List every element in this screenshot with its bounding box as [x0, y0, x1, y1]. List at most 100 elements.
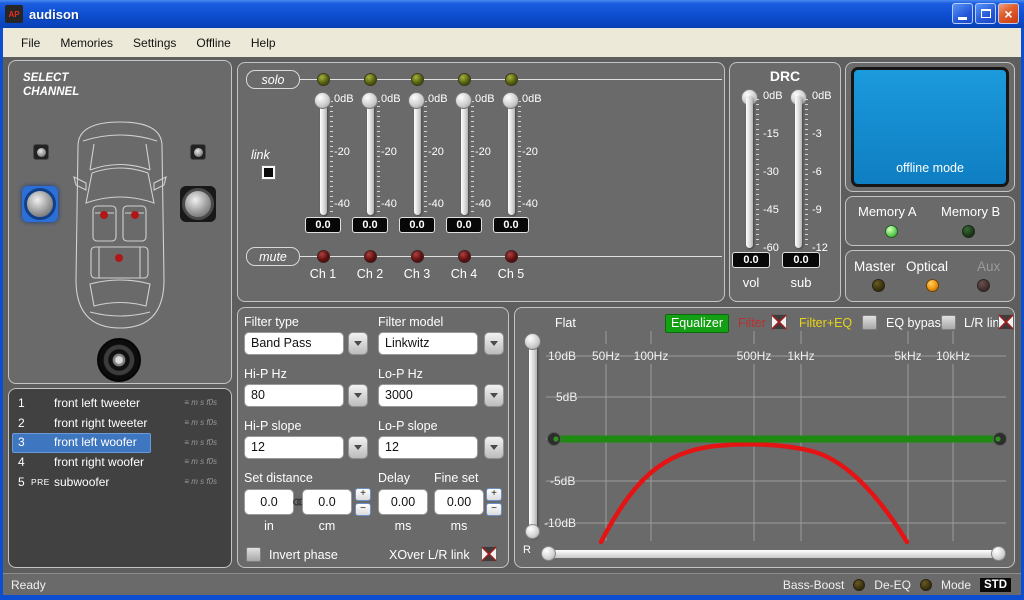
source-master-label[interactable]: Master: [854, 259, 895, 274]
menu-file[interactable]: File: [11, 33, 50, 53]
filter-type-select[interactable]: Band Pass: [244, 332, 344, 355]
fine-set-ms-unit-label: ms: [434, 519, 484, 533]
level-ticks-ch1: [330, 101, 333, 213]
level-slider-knob-ch4[interactable]: [455, 92, 472, 109]
hip-slope-dropdown-arrow-icon[interactable]: [348, 436, 368, 459]
speaker-front-left-woofer[interactable]: [22, 186, 58, 222]
levels-panel: solo mute link 0dB -20 -40 0.0 Ch 1 0dB …: [237, 62, 725, 302]
memory-a-label[interactable]: Memory A: [858, 204, 917, 219]
speaker-subwoofer[interactable]: [97, 338, 141, 382]
lop-slope-dropdown-arrow-icon[interactable]: [484, 436, 504, 459]
bass-boost-led: [853, 579, 865, 591]
eq-frequency-left-knob[interactable]: [541, 546, 556, 561]
drc-sub-track[interactable]: [795, 96, 802, 248]
menu-offline[interactable]: Offline: [186, 33, 240, 53]
level-slider-track-ch2[interactable]: [367, 99, 374, 215]
channel-row-2[interactable]: 2 front right tweeter ≡ m s f0s: [9, 413, 231, 433]
delay-ms-unit-label: ms: [378, 519, 428, 533]
distance-cm-field[interactable]: 0.0: [302, 489, 352, 515]
lop-hz-label: Lo-P Hz: [378, 367, 423, 381]
y-tick-10db: 10dB: [548, 349, 576, 363]
channel-label-ch2: Ch 2: [350, 267, 390, 281]
source-optical-led: [926, 279, 939, 292]
filter-curve-checkbox[interactable]: [771, 314, 787, 330]
y-tick-minus5db: -5dB: [550, 474, 575, 488]
channel-row-1[interactable]: 1 front left tweeter ≡ m s f0s: [9, 393, 231, 413]
hip-hz-dropdown-arrow-icon[interactable]: [348, 384, 368, 407]
minimize-icon: [958, 17, 967, 20]
link-checkbox[interactable]: [261, 165, 276, 180]
lop-hz-dropdown-arrow-icon[interactable]: [484, 384, 504, 407]
level-slider-track-ch3[interactable]: [414, 99, 421, 215]
level-slider-knob-ch2[interactable]: [361, 92, 378, 109]
menu-memories[interactable]: Memories: [50, 33, 123, 53]
channel-row-5[interactable]: 5 PRE subwoofer ≡ m s f0s: [9, 472, 231, 492]
lop-hz-select[interactable]: 3000: [378, 384, 478, 407]
eq-lr-link-checkbox[interactable]: [998, 314, 1014, 330]
xover-lr-link-checkbox[interactable]: [481, 546, 497, 562]
eq-frequency-right-knob[interactable]: [991, 546, 1006, 561]
mute-button[interactable]: mute: [246, 247, 300, 266]
filter-model-dropdown-arrow-icon[interactable]: [484, 332, 504, 355]
minimize-button[interactable]: [952, 3, 973, 24]
equalizer-button[interactable]: Equalizer: [665, 314, 729, 333]
menu-help[interactable]: Help: [241, 33, 286, 53]
in-unit-label: in: [244, 519, 294, 533]
delay-field[interactable]: 0.00: [378, 489, 428, 515]
eq-gain-slider-end-knob[interactable]: [525, 524, 540, 539]
channel-label-ch4: Ch 4: [444, 267, 484, 281]
drc-vol-track[interactable]: [746, 96, 753, 248]
maximize-button[interactable]: [975, 3, 996, 24]
eq-gain-slider-knob[interactable]: [524, 333, 541, 350]
cm-unit-label: cm: [302, 519, 352, 533]
menu-settings[interactable]: Settings: [123, 33, 186, 53]
speaker-front-right-tweeter[interactable]: [190, 144, 206, 160]
maximize-icon: [981, 9, 991, 18]
level-slider-track-ch5[interactable]: [508, 99, 515, 215]
channel-row-3-selected[interactable]: 3 front left woofer ≡ m s f0s: [9, 432, 231, 452]
level-slider-knob-ch1[interactable]: [314, 92, 331, 109]
eq-gain-slider-track[interactable]: [529, 338, 537, 538]
source-master-led: [872, 279, 885, 292]
filter-model-select[interactable]: Linkwitz: [378, 332, 478, 355]
level-value-ch2: 0.0: [352, 217, 388, 233]
source-optical-label[interactable]: Optical: [906, 259, 948, 274]
speaker-front-right-woofer[interactable]: [180, 186, 216, 222]
close-button[interactable]: ×: [998, 3, 1019, 24]
eq-bypass-checkbox[interactable]: [941, 315, 956, 330]
filter-type-dropdown-arrow-icon[interactable]: [348, 332, 368, 355]
app-icon: AP: [5, 5, 23, 23]
xover-panel: Filter type Filter model Band Pass Linkw…: [237, 307, 509, 568]
distance-in-field[interactable]: 0.0: [244, 489, 294, 515]
x-tick-500hz: 500Hz: [732, 349, 776, 363]
invert-phase-checkbox[interactable]: [246, 547, 261, 562]
hip-hz-select[interactable]: 80: [244, 384, 344, 407]
level-slider-knob-ch3[interactable]: [408, 92, 425, 109]
lop-slope-select[interactable]: 12: [378, 436, 478, 459]
channel-row-4[interactable]: 4 front right woofer ≡ m s f0s: [9, 452, 231, 472]
filter-eq-checkbox[interactable]: [862, 315, 877, 330]
level-slider-track-ch4[interactable]: [461, 99, 468, 215]
source-aux-label[interactable]: Aux: [977, 259, 1000, 274]
fine-set-minus-button[interactable]: −: [486, 503, 502, 516]
memory-a-led: [885, 225, 898, 238]
filter-curve-label: Filter: [738, 316, 766, 330]
channel-4-strip: 0dB -20 -40 0.0 Ch 4: [444, 63, 484, 303]
drc-vol-value: 0.0: [732, 252, 770, 268]
hip-slope-select[interactable]: 12: [244, 436, 344, 459]
fine-set-plus-button[interactable]: +: [486, 488, 502, 501]
eq-frequency-slider-track[interactable]: [545, 550, 1003, 558]
x-checked-icon: [481, 546, 497, 562]
level-slider-track-ch1[interactable]: [320, 99, 327, 215]
offline-mode-text: offline mode: [854, 161, 1006, 175]
level-slider-knob-ch5[interactable]: [502, 92, 519, 109]
speaker-front-left-tweeter[interactable]: [33, 144, 49, 160]
distance-minus-button[interactable]: −: [355, 503, 371, 516]
memory-b-label[interactable]: Memory B: [941, 204, 1000, 219]
fine-set-field[interactable]: 0.00: [434, 489, 484, 515]
titlebar: AP audison ×: [0, 0, 1024, 28]
solo-button[interactable]: solo: [246, 70, 300, 89]
mute-led-ch4: [458, 250, 471, 263]
x-tick-1khz: 1kHz: [779, 349, 823, 363]
distance-plus-button[interactable]: +: [355, 488, 371, 501]
